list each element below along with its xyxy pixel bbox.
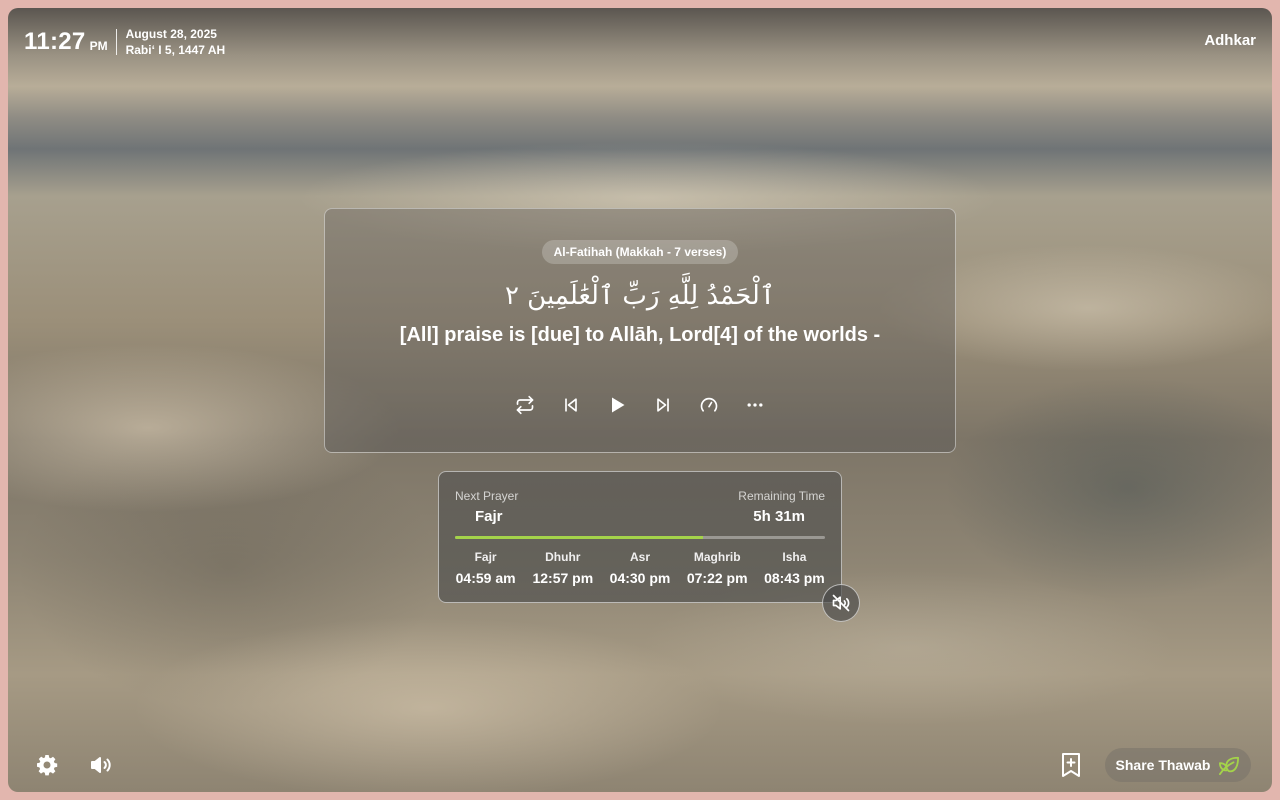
repeat-button[interactable]: [513, 393, 537, 417]
prayer-times-row: Fajr 04:59 am Dhuhr 12:57 pm Asr 04:30 p…: [447, 550, 833, 586]
speaker-muted-icon: [832, 594, 850, 612]
playback-speed-button[interactable]: [697, 393, 721, 417]
leaf-icon: [1219, 756, 1240, 775]
play-button[interactable]: [605, 393, 629, 417]
add-bookmark-button[interactable]: [1058, 751, 1084, 779]
time-period: PM: [89, 39, 108, 53]
prayer-slot-asr: Asr 04:30 pm: [601, 550, 678, 586]
prayer-name: Dhuhr: [545, 550, 581, 564]
current-time: 11:27: [24, 28, 86, 55]
share-thawab-label: Share Thawab: [1115, 757, 1211, 773]
next-prayer-label: Next Prayer: [455, 489, 519, 503]
prayer-time: 08:43 pm: [764, 570, 825, 586]
adhkar-link[interactable]: Adhkar: [1204, 32, 1256, 49]
adhan-mute-button[interactable]: [822, 584, 860, 622]
prayer-progress-bar: [455, 536, 825, 539]
next-button[interactable]: [651, 393, 675, 417]
prayer-slot-dhuhr: Dhuhr 12:57 pm: [524, 550, 601, 586]
more-options-button[interactable]: [743, 393, 767, 417]
next-icon: [657, 398, 669, 412]
previous-icon: [565, 398, 577, 412]
surah-info-badge[interactable]: Al-Fatihah (Makkah - 7 verses): [541, 240, 739, 264]
arabic-verse: ٱلْحَمْدُ لِلَّهِ رَبِّ ٱلْعَٰلَمِينَ ٢: [504, 281, 776, 311]
share-thawab-button[interactable]: Share Thawab: [1105, 748, 1251, 782]
settings-button[interactable]: [34, 752, 60, 778]
prayer-name: Isha: [782, 550, 807, 564]
remaining-time-value: 5h 31m: [753, 508, 805, 525]
prayer-slot-isha: Isha 08:43 pm: [756, 550, 833, 586]
prayer-times-card: Next Prayer Remaining Time Fajr 5h 31m F…: [438, 471, 842, 603]
sound-button[interactable]: [88, 752, 114, 778]
clock-divider: [115, 29, 117, 55]
prayer-name: Asr: [630, 550, 651, 564]
audio-controls: [325, 393, 955, 417]
more-icon: [747, 403, 763, 407]
speed-icon: [700, 397, 718, 412]
clock-widget: 11:27 PM August 28, 2025 Rabiʻ I 5, 1447…: [24, 26, 225, 58]
previous-button[interactable]: [559, 393, 583, 417]
prayer-name: Maghrib: [693, 550, 741, 564]
prayer-progress-fill: [455, 536, 703, 539]
play-icon: [612, 397, 625, 413]
hijri-date: Rabiʻ I 5, 1447 AH: [125, 43, 226, 57]
prayer-time: 07:22 pm: [686, 570, 748, 586]
next-prayer-name: Fajr: [475, 508, 503, 525]
prayer-slot-fajr: Fajr 04:59 am: [447, 550, 524, 586]
date-stack: August 28, 2025 Rabiʻ I 5, 1447 AH: [126, 26, 226, 58]
bookmark-add-icon: [1062, 753, 1080, 777]
remaining-time-label: Remaining Time: [738, 489, 825, 503]
gregorian-date: August 28, 2025: [125, 27, 217, 41]
repeat-icon: [516, 395, 534, 415]
verse-translation: [All] praise is [due] to Allāh, Lord[4] …: [399, 324, 881, 346]
speaker-icon: [91, 757, 111, 773]
prayer-name: Fajr: [474, 550, 497, 564]
bottom-left-controls: [34, 752, 114, 778]
gear-icon: [37, 755, 58, 776]
prayer-slot-maghrib: Maghrib 07:22 pm: [679, 550, 756, 586]
prayer-time: 04:30 pm: [609, 570, 671, 586]
prayer-time: 04:59 am: [455, 570, 516, 586]
verse-card: Al-Fatihah (Makkah - 7 verses) ٱلْحَمْدُ…: [324, 208, 956, 453]
prayer-time: 12:57 pm: [532, 570, 594, 586]
